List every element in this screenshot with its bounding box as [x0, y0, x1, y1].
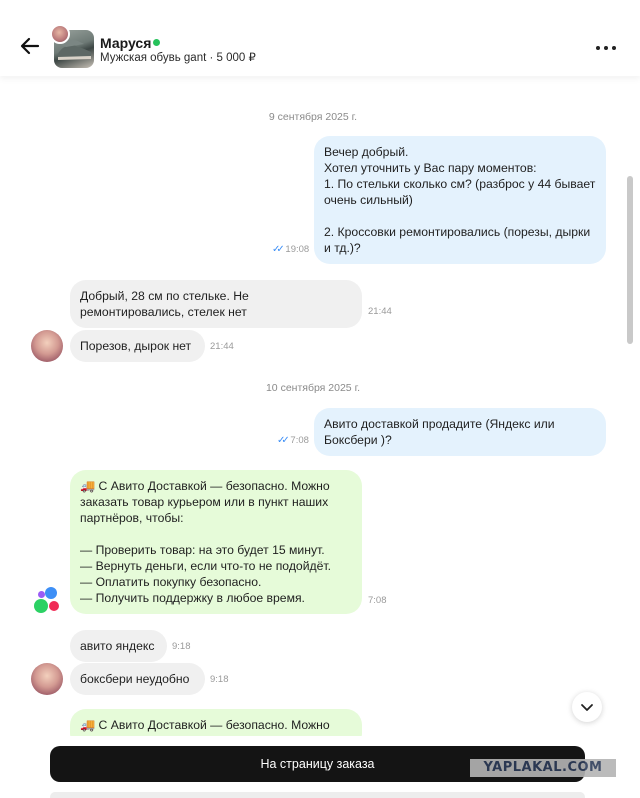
footer-bar: На страницу заказа YAPLAKAL.COM — [0, 736, 640, 798]
message-time: 9:18 — [172, 641, 191, 652]
message-time: 9:18 — [210, 674, 229, 685]
message-time: 21:44 — [368, 306, 392, 317]
message-outgoing[interactable]: Авито доставкой продадите (Яндекс или Бо… — [314, 408, 606, 456]
message-system[interactable]: 🚚 С Авито Доставкой — безопасно. Можно з… — [70, 470, 362, 614]
message-system[interactable]: 🚚 С Авито Доставкой — безопасно. Можно — [70, 709, 362, 736]
seller-avatar[interactable] — [31, 330, 63, 362]
watermark: YAPLAKAL.COM — [470, 759, 616, 777]
back-arrow-icon[interactable] — [18, 34, 42, 58]
contact-name[interactable]: Маруся — [100, 35, 151, 51]
date-separator: 10 сентября 2025 г. — [265, 382, 361, 394]
seller-avatar[interactable] — [31, 663, 63, 695]
double-check-icon: ✓✓ — [277, 435, 290, 446]
message-time: ✓✓ 19:08 — [272, 244, 310, 255]
message-incoming[interactable]: боксбери неудобно — [70, 663, 205, 695]
date-separator: 9 сентября 2025 г. — [268, 111, 358, 123]
secondary-button[interactable] — [50, 792, 585, 798]
chat-header: Маруся Мужская обувь gant · 5 000 ₽ — [0, 0, 640, 76]
message-incoming[interactable]: авито яндекс — [70, 630, 167, 662]
scroll-down-button[interactable] — [572, 692, 602, 722]
more-menu-icon[interactable] — [594, 38, 618, 58]
message-list: 9 сентября 2025 г. Вечер добрый. Хотел у… — [0, 76, 640, 736]
message-time: ✓✓ 7:08 — [277, 435, 309, 446]
avito-logo — [32, 586, 64, 618]
chevron-down-icon — [581, 704, 593, 711]
seller-avatar-small — [50, 24, 70, 44]
online-status-dot — [153, 39, 160, 46]
double-check-icon: ✓✓ — [272, 244, 285, 255]
scrollbar[interactable] — [627, 176, 633, 344]
listing-subtitle[interactable]: Мужская обувь gant · 5 000 ₽ — [100, 50, 256, 64]
message-incoming[interactable]: Порезов, дырок нет — [70, 330, 205, 362]
message-time: 7:08 — [368, 595, 387, 606]
message-incoming[interactable]: Добрый, 28 см по стельке. Не ремонтирова… — [70, 280, 362, 328]
message-time: 21:44 — [210, 341, 234, 352]
message-outgoing[interactable]: Вечер добрый. Хотел уточнить у Вас пару … — [314, 136, 606, 264]
